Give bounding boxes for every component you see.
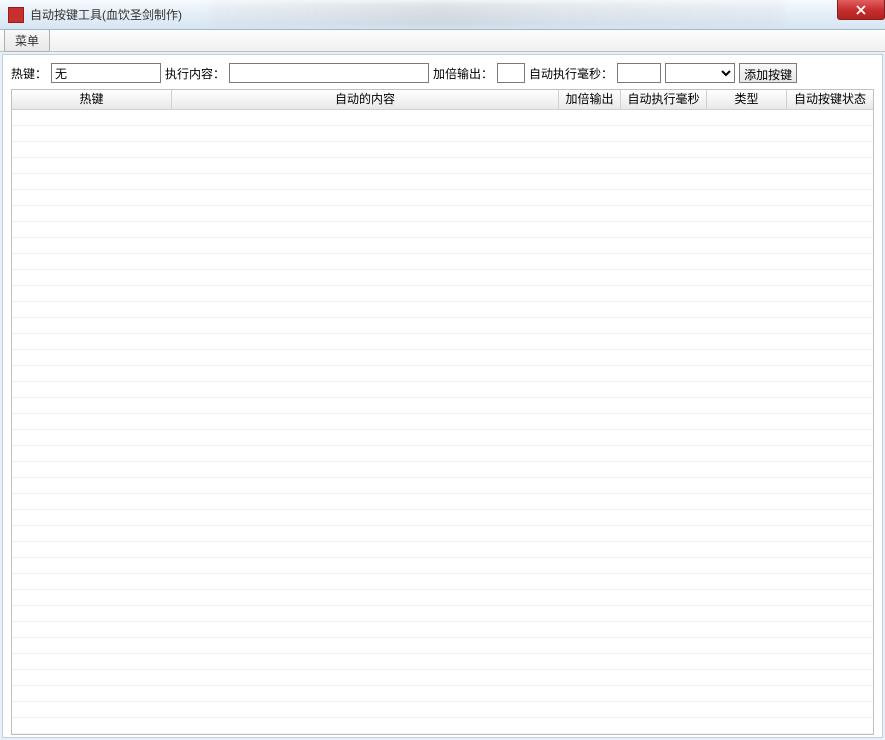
col-content[interactable]: 自动的内容 [172,90,559,109]
table-row [12,366,873,382]
double-output-input[interactable] [497,63,525,83]
table-row [12,382,873,398]
hotkey-input[interactable] [51,63,161,83]
table-row [12,638,873,654]
col-double[interactable]: 加倍输出 [559,90,621,109]
table-row [12,606,873,622]
table-row [12,126,873,142]
auto-ms-label: 自动执行毫秒： [529,65,613,82]
table-row [12,686,873,702]
add-hotkey-button[interactable]: 添加按键 [739,63,797,83]
table-row [12,318,873,334]
table-row [12,222,873,238]
table-row [12,590,873,606]
table-row [12,350,873,366]
table-body [12,110,873,734]
table-row [12,526,873,542]
table-row [12,702,873,718]
col-ms[interactable]: 自动执行毫秒 [621,90,707,109]
close-icon [856,5,866,15]
table-row [12,574,873,590]
col-status[interactable]: 自动按键状态 [787,90,873,109]
hotkey-table: 热键 自动的内容 加倍输出 自动执行毫秒 类型 自动按键状态 [11,89,874,735]
table-row [12,254,873,270]
col-type[interactable]: 类型 [707,90,787,109]
type-select[interactable] [665,63,735,83]
table-row [12,270,873,286]
table-row [12,430,873,446]
table-row [12,542,873,558]
title-bar: 自动按键工具(血饮圣剑制作) [0,0,885,30]
table-row [12,718,873,734]
close-button[interactable] [837,0,885,20]
table-row [12,414,873,430]
table-row [12,286,873,302]
auto-ms-input[interactable] [617,63,661,83]
table-row [12,142,873,158]
content-input[interactable] [229,63,429,83]
app-icon [8,7,24,23]
table-row [12,446,873,462]
window-title: 自动按键工具(血饮圣剑制作) [30,6,182,23]
table-row [12,670,873,686]
table-header: 热键 自动的内容 加倍输出 自动执行毫秒 类型 自动按键状态 [12,90,873,110]
table-row [12,110,873,126]
hotkey-label: 热键： [11,65,47,82]
input-row: 热键： 执行内容： 加倍输出： 自动执行毫秒： 添加按键 [11,63,874,83]
titlebar-background-blur [210,2,785,27]
content-area: 热键： 执行内容： 加倍输出： 自动执行毫秒： 添加按键 热键 自动的内容 加倍… [2,54,883,738]
table-row [12,622,873,638]
table-row [12,206,873,222]
table-row [12,462,873,478]
double-output-label: 加倍输出： [433,65,493,82]
table-row [12,494,873,510]
table-row [12,478,873,494]
col-hotkey[interactable]: 热键 [12,90,172,109]
table-row [12,334,873,350]
menu-bar: 菜单 [0,30,885,52]
table-row [12,398,873,414]
table-row [12,654,873,670]
table-row [12,510,873,526]
table-row [12,558,873,574]
table-row [12,238,873,254]
table-row [12,158,873,174]
menu-main[interactable]: 菜单 [4,29,50,52]
table-row [12,190,873,206]
content-label: 执行内容： [165,65,225,82]
table-row [12,174,873,190]
table-row [12,302,873,318]
